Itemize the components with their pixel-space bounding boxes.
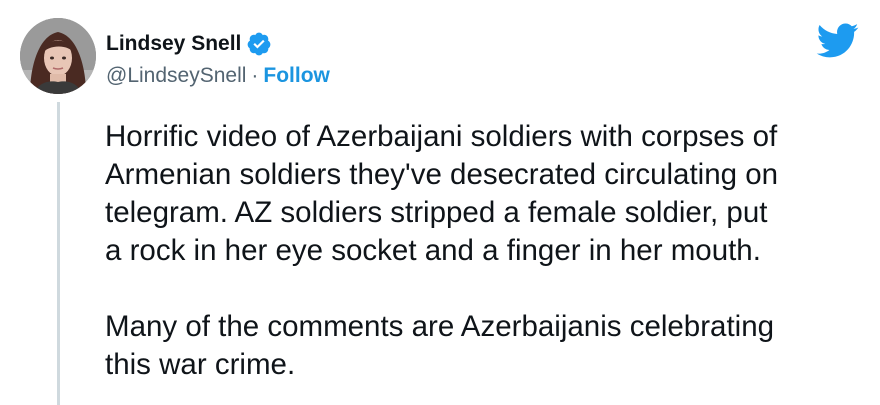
user-handle[interactable]: @LindseySnell xyxy=(106,62,246,90)
avatar-image xyxy=(20,18,96,94)
verified-badge-icon xyxy=(246,31,272,57)
twitter-bird-icon[interactable] xyxy=(815,22,859,58)
avatar[interactable] xyxy=(20,18,96,94)
tweet-line: a rock in her eye socket and a finger in… xyxy=(105,234,761,267)
tweet-text: Horrific video of Azerbaijani soldiers w… xyxy=(105,118,865,384)
tweet-line: telegram. AZ soldiers stripped a female … xyxy=(105,196,768,229)
author-handle-row: @LindseySnell · Follow xyxy=(106,62,330,90)
tweet-line: Armenian soldiers they've desecrated cir… xyxy=(105,158,779,191)
display-name[interactable]: Lindsey Snell xyxy=(106,30,241,58)
tweet-line: Horrific video of Azerbaijani soldiers w… xyxy=(105,120,778,153)
dot-separator: · xyxy=(251,64,259,87)
tweet-card: Lindsey Snell @LindseySnell · Follow Hor… xyxy=(0,0,880,405)
tweet-line: this war crime. xyxy=(105,348,296,381)
tweet-paragraph-1: Horrific video of Azerbaijani soldiers w… xyxy=(105,118,865,270)
author-name-row: Lindsey Snell xyxy=(106,30,272,58)
tweet-line: Many of the comments are Azerbaijanis ce… xyxy=(105,310,775,343)
thread-line xyxy=(57,102,60,405)
follow-link[interactable]: Follow xyxy=(263,62,330,90)
tweet-paragraph-2: Many of the comments are Azerbaijanis ce… xyxy=(105,308,865,384)
